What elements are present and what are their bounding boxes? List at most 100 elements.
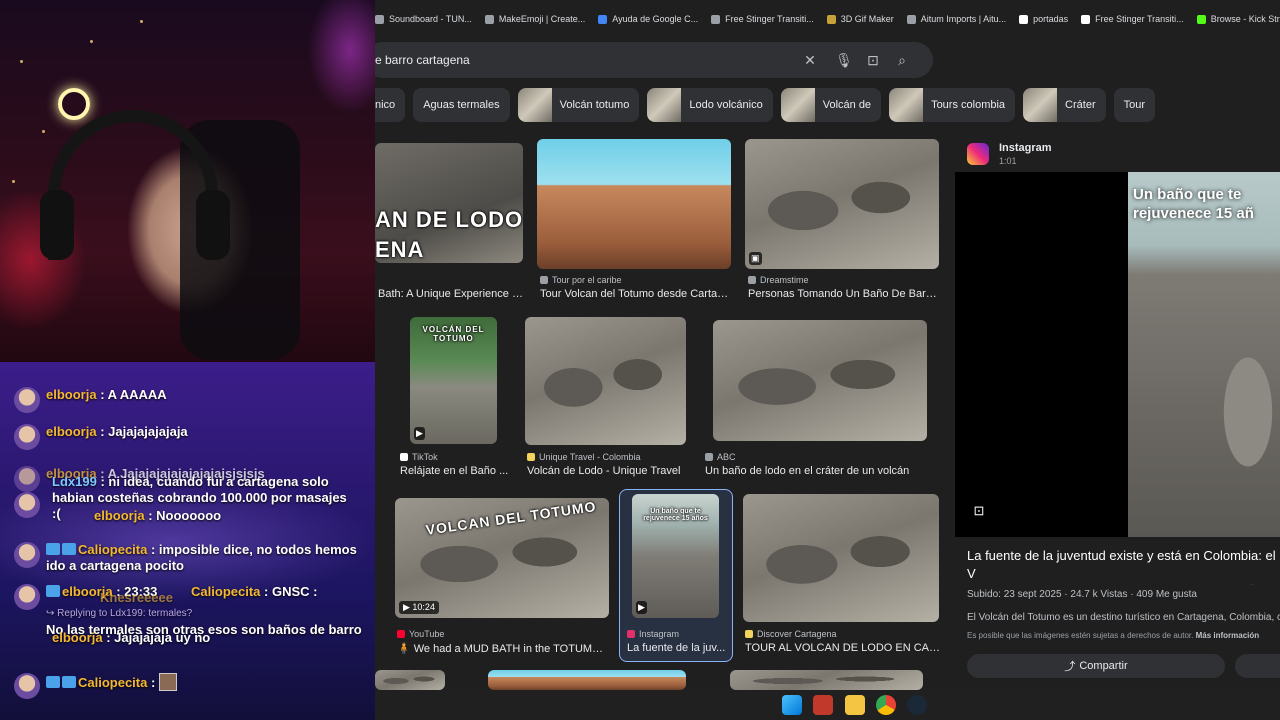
bookmark-label: Free Stinger Transiti...	[1095, 14, 1184, 24]
bookmarks-bar: Soundboard - TUN... MakeEmoji | Create..…	[375, 8, 1280, 30]
preview-title[interactable]: La fuente de la juventud existe y está e…	[967, 547, 1280, 585]
bookmark-label: Soundboard - TUN...	[389, 14, 472, 24]
bookmark-item[interactable]: Browse - Kick Strea...	[1196, 8, 1280, 30]
result-title[interactable]: Un baño de lodo en el cráter de un volcá…	[705, 465, 935, 477]
microphone-icon[interactable]: 🎙	[835, 51, 853, 69]
chip-thumbnail	[647, 88, 682, 122]
chat-message: Caliopecita :	[14, 673, 369, 699]
result-title[interactable]: 🧍 We had a MUD BATH in the TOTUMO ...	[397, 642, 607, 655]
bookmark-label: Free Stinger Transiti...	[725, 14, 814, 24]
sub-badge	[62, 543, 76, 555]
chip-thumbnail	[889, 88, 924, 122]
bookmark-item[interactable]: Free Stinger Transiti...	[711, 8, 814, 30]
instagram-icon	[967, 143, 989, 165]
bookmark-item[interactable]: Aitum Imports | Aitu...	[906, 8, 1006, 30]
result-title[interactable]: Relájate en el Baño ...	[400, 465, 510, 477]
preview-image[interactable]	[1128, 172, 1280, 537]
chat-text: : Jajajajajajaja	[100, 424, 188, 439]
chip-label: nico	[375, 99, 396, 111]
chat-username: elboorja	[46, 424, 97, 439]
image-overlay-text: AN DE LODO ENA	[375, 207, 523, 262]
filter-chip[interactable]: Volcán de	[780, 88, 882, 122]
bookmark-item[interactable]: Free Stinger Transiti...	[1081, 8, 1184, 30]
more-info-link[interactable]: Más información	[1196, 631, 1260, 640]
result-source: Dreamstime	[748, 275, 809, 285]
chip-thumbnail	[517, 88, 552, 122]
clear-icon[interactable]: ✕	[801, 51, 819, 69]
bookmark-label: Browse - Kick Strea...	[1210, 14, 1280, 24]
search-box[interactable]: e barro cartagena ✕ 🎙 ⊡ ⌕	[375, 42, 933, 78]
favicon-icon	[826, 14, 836, 24]
chat-message: Caliopecita : imposible dice, no todos h…	[14, 542, 369, 574]
search-input[interactable]: e barro cartagena	[375, 53, 470, 67]
result-image[interactable]: VOLCÁN DEL TOTUMO ▶	[410, 317, 497, 444]
headset-ear-left	[40, 190, 74, 260]
result-title[interactable]: Tour Volcan del Totumo desde Cartage...	[540, 288, 730, 300]
result-image[interactable]	[713, 320, 927, 441]
file-explorer-icon[interactable]	[845, 695, 865, 715]
result-image[interactable]: Un baño que te rejuvenece 15 años ▶	[632, 494, 719, 618]
result-title[interactable]: TOUR AL VOLCAN DE LODO EN CAR...	[745, 642, 940, 654]
favicon-icon	[1081, 14, 1091, 24]
result-image[interactable]	[743, 494, 939, 622]
filter-chip[interactable]: Tour	[1113, 88, 1156, 122]
chrome-icon[interactable]	[876, 695, 896, 715]
search-icon[interactable]: ⌕	[893, 51, 911, 69]
result-image[interactable]	[525, 317, 686, 445]
chip-label: Volcán de	[822, 99, 872, 111]
chat-username: Caliopecita	[78, 675, 148, 690]
sub-badge	[46, 676, 60, 688]
preview-source[interactable]: Instagram	[999, 142, 1052, 154]
steam-icon[interactable]	[907, 695, 927, 715]
chat-avatar	[14, 424, 40, 450]
lens-search-icon[interactable]: ⊡	[971, 503, 987, 519]
source-favicon-icon	[745, 630, 753, 638]
source-label: ABC	[717, 452, 736, 462]
visit-button[interactable]	[1235, 654, 1280, 678]
filter-chip[interactable]: Tours colombia	[889, 88, 1016, 122]
bookmark-item[interactable]: MakeEmoji | Create...	[484, 8, 585, 30]
result-image[interactable]: AN DE LODO ENA	[375, 143, 523, 263]
bookmark-item[interactable]: portadas	[1019, 8, 1068, 30]
result-source: TikTok	[400, 452, 438, 462]
windows-icon[interactable]	[782, 695, 802, 715]
result-image[interactable]	[488, 670, 686, 690]
taskbar	[375, 690, 1280, 720]
filter-chip[interactable]: Aguas termales	[413, 88, 510, 122]
result-title[interactable]: Volcán de Lodo - Unique Travel	[527, 465, 687, 477]
result-title[interactable]: Personas Tomando Un Baño De Barro...	[748, 288, 938, 300]
filter-chip[interactable]: Lodo volcánico	[647, 88, 773, 122]
result-image[interactable]: ▣	[745, 139, 939, 269]
city-light	[90, 40, 93, 43]
favicon-icon	[1019, 14, 1029, 24]
city-light	[42, 130, 45, 133]
sub-badge	[62, 676, 76, 688]
share-label: Compartir	[1079, 660, 1128, 672]
result-title[interactable]: La fuente de la juv...	[627, 642, 727, 654]
lens-icon[interactable]: ⊡	[864, 51, 882, 69]
result-image[interactable]	[375, 670, 445, 690]
app-icon[interactable]	[813, 695, 833, 715]
filter-chip[interactable]: Cráter	[1023, 88, 1106, 122]
chip-thumbnail	[780, 88, 815, 122]
image-overlay-text: VOLCAN DEL TOTUMO	[424, 498, 598, 538]
bookmark-item[interactable]: 3D Gif Maker	[826, 8, 894, 30]
result-image[interactable]: VOLCAN DEL TOTUMO ▶ 10:24	[395, 498, 609, 618]
share-button[interactable]: ⤴ Compartir	[967, 654, 1225, 678]
source-label: Instagram	[639, 629, 680, 639]
result-title[interactable]: Bath: A Unique Experience a...	[378, 288, 523, 300]
filter-chip[interactable]: nico	[375, 88, 406, 122]
bookmark-label: 3D Gif Maker	[840, 14, 894, 24]
filter-chip[interactable]: Volcán totumo	[517, 88, 640, 122]
result-source: YouTube	[397, 629, 444, 639]
result-image[interactable]	[730, 670, 923, 690]
result-source: Instagram	[627, 629, 679, 639]
chat-reply-context: ↪ Replying to Ldx199: termales?	[46, 608, 193, 619]
chat-username: elboorja	[52, 630, 103, 645]
bookmark-item[interactable]: Soundboard - TUN...	[375, 8, 472, 30]
chip-thumbnail	[1023, 88, 1058, 122]
ring-light	[58, 88, 90, 120]
bookmark-item[interactable]: Ayuda de Google C...	[598, 8, 698, 30]
source-label: Tour por el caribe	[552, 275, 622, 285]
result-image[interactable]	[537, 139, 731, 269]
